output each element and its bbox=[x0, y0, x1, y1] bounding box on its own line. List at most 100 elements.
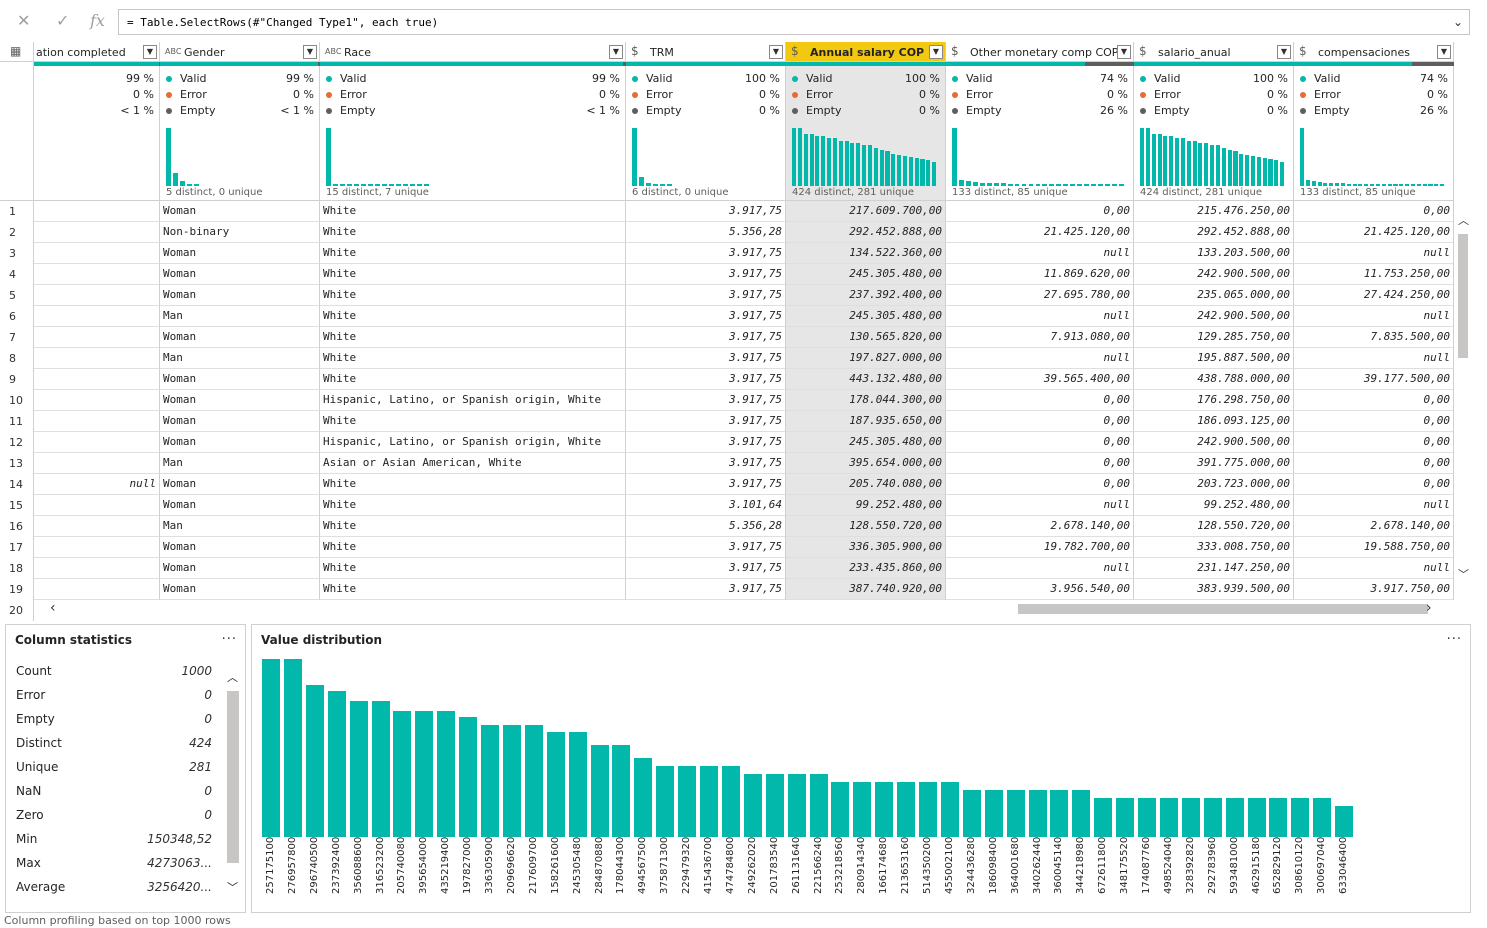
table-cell[interactable]: Woman bbox=[160, 474, 320, 495]
column-header-c1[interactable]: ABC Gender ▼ bbox=[160, 42, 320, 62]
chevron-down-icon[interactable]: ▼ bbox=[929, 45, 943, 59]
vertical-scrollbar[interactable]: ︿ ﹀ bbox=[1456, 212, 1470, 581]
value-distribution-bar[interactable] bbox=[1138, 798, 1156, 837]
table-cell[interactable]: 0,00 bbox=[946, 411, 1134, 432]
table-cell[interactable]: Man bbox=[160, 516, 320, 537]
value-distribution-bar[interactable] bbox=[831, 781, 850, 837]
table-cell[interactable]: White bbox=[320, 264, 626, 285]
scroll-thumb[interactable] bbox=[227, 691, 239, 863]
table-cell[interactable]: null bbox=[34, 474, 160, 495]
table-cell[interactable] bbox=[34, 222, 160, 243]
table-cell[interactable]: Hispanic, Latino, or Spanish origin, Whi… bbox=[320, 390, 626, 411]
chevron-down-icon[interactable]: ▼ bbox=[609, 45, 623, 59]
table-cell[interactable]: 292.452.888,00 bbox=[786, 222, 946, 243]
chevron-down-icon[interactable]: ▼ bbox=[1117, 45, 1131, 59]
type-icon[interactable]: ABC bbox=[325, 47, 341, 56]
scroll-down-icon[interactable]: ﹀ bbox=[227, 879, 238, 895]
value-distribution-bar[interactable] bbox=[634, 757, 653, 837]
table-cell[interactable] bbox=[34, 264, 160, 285]
table-cell[interactable] bbox=[34, 285, 160, 306]
table-cell[interactable] bbox=[34, 516, 160, 537]
value-distribution-bar[interactable] bbox=[1269, 798, 1288, 837]
table-cell[interactable]: 176.298.750,00 bbox=[1134, 390, 1294, 411]
value-distribution-bar[interactable] bbox=[612, 744, 631, 837]
type-icon[interactable]: ABC bbox=[165, 47, 181, 56]
value-distribution-bar[interactable] bbox=[262, 659, 280, 837]
value-distribution-bar[interactable] bbox=[1225, 798, 1244, 837]
table-cell[interactable]: 21.425.120,00 bbox=[1294, 222, 1454, 243]
table-cell[interactable]: 133.203.500,00 bbox=[1134, 243, 1294, 264]
table-cell[interactable]: 3.917,75 bbox=[626, 537, 786, 558]
table-cell[interactable] bbox=[34, 495, 160, 516]
column-header-c5[interactable]: $ Other monetary comp COP ▼ bbox=[946, 42, 1134, 62]
value-distribution-bar[interactable] bbox=[919, 781, 937, 837]
table-cell[interactable]: Woman bbox=[160, 411, 320, 432]
table-cell[interactable]: Woman bbox=[160, 327, 320, 348]
table-cell[interactable]: 128.550.720,00 bbox=[786, 516, 946, 537]
value-distribution-bar[interactable] bbox=[459, 717, 478, 837]
table-cell[interactable]: White bbox=[320, 222, 626, 243]
table-cell[interactable] bbox=[34, 327, 160, 348]
check-icon[interactable]: ✓ bbox=[56, 12, 69, 30]
table-cell[interactable]: null bbox=[1294, 306, 1454, 327]
table-cell[interactable]: 3.917,75 bbox=[626, 306, 786, 327]
type-icon[interactable]: $ bbox=[631, 44, 639, 58]
value-distribution-bar[interactable] bbox=[678, 765, 697, 837]
table-cell[interactable]: 3.917,75 bbox=[626, 474, 786, 495]
table-cell[interactable]: null bbox=[1294, 495, 1454, 516]
value-distribution-bar[interactable] bbox=[1247, 798, 1266, 837]
table-cell[interactable]: Woman bbox=[160, 264, 320, 285]
table-cell[interactable]: 11.753.250,00 bbox=[1294, 264, 1454, 285]
table-cell[interactable]: 0,00 bbox=[1294, 453, 1454, 474]
scroll-thumb[interactable] bbox=[1458, 234, 1468, 358]
table-cell[interactable]: 129.285.750,00 bbox=[1134, 327, 1294, 348]
value-distribution-bar[interactable] bbox=[568, 731, 587, 837]
table-cell[interactable]: 178.044.300,00 bbox=[786, 390, 946, 411]
table-cell[interactable]: White bbox=[320, 243, 626, 264]
scroll-left-icon[interactable]: ‹ bbox=[50, 600, 56, 616]
table-cell[interactable]: 99.252.480,00 bbox=[1134, 495, 1294, 516]
table-cell[interactable]: 195.887.500,00 bbox=[1134, 348, 1294, 369]
table-cell[interactable]: 3.917,75 bbox=[626, 432, 786, 453]
table-cell[interactable]: 0,00 bbox=[1294, 411, 1454, 432]
table-cell[interactable]: 3.917,75 bbox=[626, 390, 786, 411]
table-cell[interactable]: 0,00 bbox=[946, 453, 1134, 474]
table-cell[interactable]: 3.101,64 bbox=[626, 495, 786, 516]
table-cell[interactable]: 186.093.125,00 bbox=[1134, 411, 1294, 432]
value-distribution-bar[interactable] bbox=[897, 781, 916, 837]
table-cell[interactable]: White bbox=[320, 495, 626, 516]
table-cell[interactable]: White bbox=[320, 201, 626, 222]
table-cell[interactable] bbox=[34, 537, 160, 558]
fx-icon[interactable]: fx bbox=[90, 12, 105, 30]
table-cell[interactable]: 292.452.888,00 bbox=[1134, 222, 1294, 243]
table-cell[interactable]: null bbox=[946, 495, 1134, 516]
value-distribution-bar[interactable] bbox=[371, 701, 390, 837]
scroll-up-icon[interactable]: ︿ bbox=[227, 669, 238, 685]
table-cell[interactable]: 3.917,75 bbox=[626, 453, 786, 474]
table-cell[interactable] bbox=[34, 579, 160, 600]
table-cell[interactable]: 2.678.140,00 bbox=[1294, 516, 1454, 537]
table-cell[interactable]: 3.917,75 bbox=[626, 243, 786, 264]
chevron-down-icon[interactable]: ▼ bbox=[303, 45, 317, 59]
table-cell[interactable]: Man bbox=[160, 306, 320, 327]
type-icon[interactable]: $ bbox=[1139, 44, 1147, 58]
table-cell[interactable]: Woman bbox=[160, 285, 320, 306]
table-cell[interactable]: null bbox=[946, 348, 1134, 369]
table-cell[interactable]: 387.740.920,00 bbox=[786, 579, 946, 600]
table-cell[interactable]: Asian or Asian American, White bbox=[320, 453, 626, 474]
table-cell[interactable]: Woman bbox=[160, 369, 320, 390]
table-cell[interactable]: White bbox=[320, 327, 626, 348]
table-cell[interactable]: null bbox=[1294, 243, 1454, 264]
value-distribution-bar[interactable] bbox=[940, 781, 959, 837]
scroll-thumb-horizontal[interactable] bbox=[1018, 604, 1428, 614]
table-cell[interactable]: 231.147.250,00 bbox=[1134, 558, 1294, 579]
value-distribution-bar[interactable] bbox=[1335, 806, 1354, 837]
column-header-c7[interactable]: $ compensaciones ▼ bbox=[1294, 42, 1454, 62]
table-cell[interactable]: White bbox=[320, 411, 626, 432]
value-distribution-bar[interactable] bbox=[349, 701, 368, 837]
value-distribution-bar[interactable] bbox=[283, 659, 302, 837]
value-distribution-bar[interactable] bbox=[1094, 798, 1113, 837]
value-distribution-bar[interactable] bbox=[1291, 798, 1310, 837]
value-distribution-bar[interactable] bbox=[1116, 798, 1135, 837]
table-cell[interactable]: White bbox=[320, 369, 626, 390]
